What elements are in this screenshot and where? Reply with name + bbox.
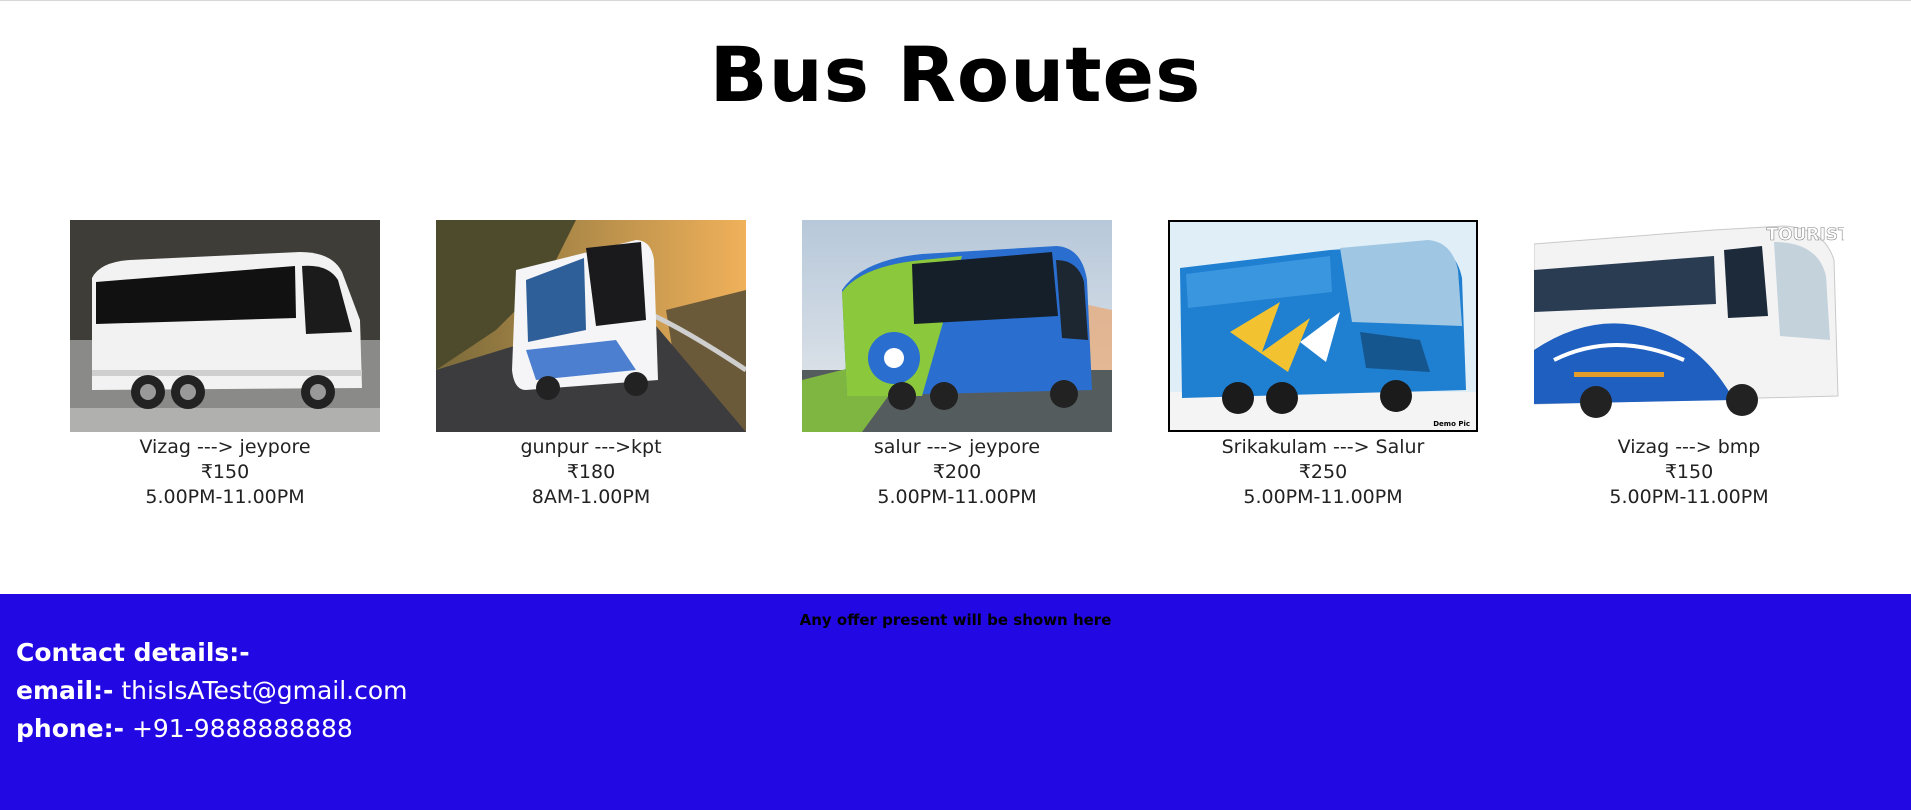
email-row: email:- thisIsATest@gmail.com bbox=[16, 672, 408, 710]
phone-row: phone:- +91-9888888888 bbox=[16, 710, 408, 748]
phone-value[interactable]: +91-9888888888 bbox=[132, 714, 353, 743]
route-image bbox=[70, 220, 380, 432]
page: Bus Routes Vizag ---> jeypore ₹150 5.00P… bbox=[0, 0, 1911, 810]
route-name: gunpur --->kpt bbox=[520, 436, 662, 458]
email-label: email:- bbox=[16, 676, 114, 705]
route-price: ₹180 bbox=[566, 461, 616, 483]
contact-heading: Contact details:- bbox=[16, 638, 250, 667]
route-timing: 5.00PM-11.00PM bbox=[145, 486, 305, 508]
route-timing: 5.00PM-11.00PM bbox=[1609, 486, 1769, 508]
route-list: Vizag ---> jeypore ₹150 5.00PM-11.00PM g… bbox=[70, 220, 1844, 510]
tourist-bus-text: TOURIST bbox=[1766, 225, 1844, 245]
email-value[interactable]: thisIsATest@gmail.com bbox=[121, 676, 407, 705]
route-name: Srikakulam ---> Salur bbox=[1221, 436, 1425, 458]
route-timing: 5.00PM-11.00PM bbox=[877, 486, 1037, 508]
route-price: ₹150 bbox=[200, 461, 250, 483]
contact-details: Contact details:- email:- thisIsATest@gm… bbox=[16, 634, 408, 748]
route-image: TOURIST bbox=[1534, 220, 1844, 432]
route-price: ₹250 bbox=[1298, 461, 1348, 483]
route-price: ₹150 bbox=[1664, 461, 1714, 483]
route-card[interactable]: gunpur --->kpt ₹180 8AM-1.00PM bbox=[436, 220, 746, 510]
route-image bbox=[802, 220, 1112, 432]
route-card[interactable]: Demo Pic Srikakulam ---> Salur ₹250 5.00… bbox=[1168, 220, 1478, 510]
route-name: Vizag ---> jeypore bbox=[139, 436, 311, 458]
route-card[interactable]: salur ---> jeypore ₹200 5.00PM-11.00PM bbox=[802, 220, 1112, 510]
route-name: Vizag ---> bmp bbox=[1617, 436, 1761, 458]
route-card[interactable]: Vizag ---> jeypore ₹150 5.00PM-11.00PM bbox=[70, 220, 380, 510]
route-card[interactable]: TOURIST Vizag ---> bmp ₹150 5.00PM-11.00… bbox=[1534, 220, 1844, 510]
demo-pic-watermark: Demo Pic bbox=[1433, 420, 1470, 428]
route-timing: 8AM-1.00PM bbox=[531, 486, 651, 508]
route-name: salur ---> jeypore bbox=[873, 436, 1041, 458]
route-image bbox=[436, 220, 746, 432]
route-timing: 5.00PM-11.00PM bbox=[1243, 486, 1403, 508]
phone-label: phone:- bbox=[16, 714, 124, 743]
footer: Any offer present will be shown here Con… bbox=[0, 594, 1911, 810]
offer-banner: Any offer present will be shown here bbox=[799, 611, 1112, 629]
page-title: Bus Routes bbox=[709, 30, 1202, 119]
route-price: ₹200 bbox=[932, 461, 982, 483]
route-image: Demo Pic bbox=[1168, 220, 1478, 432]
